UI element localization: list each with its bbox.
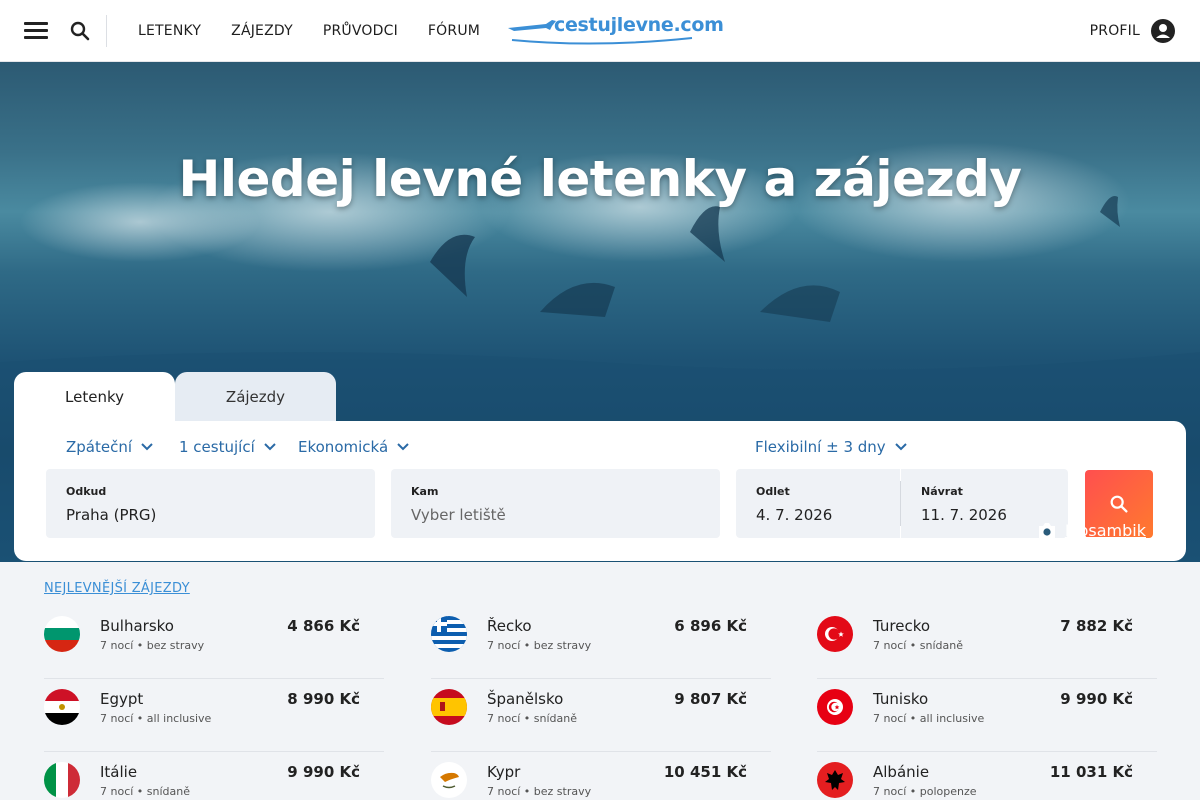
deals-column-2: Řecko 7 nocí • bez stravy 6 896 Kč Španě… xyxy=(431,606,771,800)
deal-item[interactable]: Itálie 7 nocí • snídaně 9 990 Kč xyxy=(44,752,384,800)
deal-country: Itálie xyxy=(100,763,138,781)
profile-label: PROFIL xyxy=(1089,23,1140,39)
deal-meta: 7 nocí • bez stravy xyxy=(100,639,205,652)
deal-country: Egypt xyxy=(100,690,144,708)
deal-country: Albánie xyxy=(873,763,930,781)
nav-zajezdy[interactable]: ZÁJEZDY xyxy=(231,23,293,39)
cabin-class-dropdown[interactable]: Ekonomická xyxy=(298,438,410,456)
deal-country: Řecko xyxy=(487,617,532,635)
tab-letenky[interactable]: Letenky xyxy=(14,372,175,422)
deal-price: 6 896 Kč xyxy=(674,617,747,635)
site-logo[interactable]: cestujlevne.com xyxy=(506,14,724,46)
flexibility-value: Flexibilní ± 3 dny xyxy=(755,438,886,456)
deal-country: Turecko xyxy=(873,617,931,635)
trip-type-dropdown[interactable]: Zpáteční xyxy=(66,438,154,456)
deal-item[interactable]: Turecko 7 nocí • snídaně 7 882 Kč xyxy=(817,606,1157,679)
tunisia-flag-icon xyxy=(817,689,853,725)
search-tabs: Letenky Zájezdy xyxy=(14,372,336,422)
travelers-value: 1 cestující xyxy=(179,438,255,456)
deal-meta: 7 nocí • bez stravy xyxy=(487,785,592,798)
nav-letenky[interactable]: LETENKY xyxy=(138,23,201,39)
deal-price: 11 031 Kč xyxy=(1049,763,1133,781)
deal-price: 8 990 Kč xyxy=(287,690,360,708)
chevron-down-icon xyxy=(397,443,409,451)
deal-meta: 7 nocí • snídaně xyxy=(873,639,964,652)
deal-item[interactable]: Egypt 7 nocí • all inclusive 8 990 Kč xyxy=(44,679,384,752)
to-placeholder: Vyber letiště xyxy=(411,506,506,524)
trip-type-value: Zpáteční xyxy=(66,438,133,456)
deal-price: 4 866 Kč xyxy=(287,617,360,635)
deal-meta: 7 nocí • bez stravy xyxy=(487,639,592,652)
deal-meta: 7 nocí • snídaně xyxy=(100,785,191,798)
albania-flag-icon xyxy=(817,762,853,798)
profile-button[interactable]: PROFIL xyxy=(1090,18,1176,44)
from-label: Odkud xyxy=(66,485,107,498)
deal-country: Bulharsko xyxy=(100,617,174,635)
flexibility-dropdown[interactable]: Flexibilní ± 3 dny xyxy=(755,438,908,456)
turkey-flag-icon xyxy=(817,616,853,652)
logo-text: cestujlevne.com xyxy=(554,14,724,36)
user-icon xyxy=(1151,19,1175,43)
deal-item[interactable]: Španělsko 7 nocí • snídaně 9 807 Kč xyxy=(431,679,771,752)
deal-price: 9 807 Kč xyxy=(674,690,747,708)
search-icon xyxy=(1110,495,1128,513)
deals-column-1: Bulharsko 7 nocí • bez stravy 4 866 Kč E… xyxy=(44,606,384,800)
search-icon[interactable] xyxy=(68,19,92,43)
deal-meta: 7 nocí • polopenze xyxy=(873,785,977,798)
cheapest-trips-title[interactable]: NEJLEVNĚJŠÍ ZÁJEZDY xyxy=(44,581,190,596)
deal-price: 7 882 Kč xyxy=(1060,617,1133,635)
deal-meta: 7 nocí • snídaně xyxy=(487,712,578,725)
bulgaria-flag-icon xyxy=(44,616,80,652)
deal-item[interactable]: Bulharsko 7 nocí • bez stravy 4 866 Kč xyxy=(44,606,384,679)
photo-caption: Mosambik xyxy=(1037,521,1146,540)
depart-label: Odlet xyxy=(756,485,790,498)
return-label: Návrat xyxy=(921,485,963,498)
cabin-class-value: Ekonomická xyxy=(298,438,389,456)
spain-flag-icon xyxy=(431,689,467,725)
camera-icon xyxy=(1038,523,1055,538)
chevron-down-icon xyxy=(141,443,153,451)
cyprus-flag-icon xyxy=(431,762,467,798)
to-field[interactable]: Kam Vyber letiště xyxy=(391,469,720,538)
deal-meta: 7 nocí • all inclusive xyxy=(873,712,985,725)
menu-icon[interactable] xyxy=(24,22,48,40)
deals-column-3: Turecko 7 nocí • snídaně 7 882 Kč Tunisk… xyxy=(817,606,1157,800)
top-header: LETENKY ZÁJEZDY PRŮVODCI FÓRUM cestujlev… xyxy=(0,0,1200,62)
deal-item[interactable]: Kypr 7 nocí • bez stravy 10 451 Kč xyxy=(431,752,771,800)
deal-country: Španělsko xyxy=(487,690,564,708)
greece-flag-icon xyxy=(431,616,467,652)
italy-flag-icon xyxy=(44,762,80,798)
to-label: Kam xyxy=(411,485,439,498)
header-divider xyxy=(106,15,107,47)
deal-country: Kypr xyxy=(487,763,521,781)
deal-price: 10 451 Kč xyxy=(663,763,747,781)
tab-zajezdy[interactable]: Zájezdy xyxy=(175,372,336,422)
hero-title: Hledej levné letenky a zájezdy xyxy=(178,150,1022,208)
chevron-down-icon xyxy=(894,443,907,451)
nav-forum[interactable]: FÓRUM xyxy=(428,23,480,39)
photo-caption-link[interactable]: Mosambik xyxy=(1065,521,1146,540)
travelers-dropdown[interactable]: 1 cestující xyxy=(179,438,277,456)
from-value: Praha (PRG) xyxy=(66,506,157,524)
deal-price: 9 990 Kč xyxy=(1060,690,1133,708)
deal-item[interactable]: Albánie 7 nocí • polopenze 11 031 Kč xyxy=(817,752,1157,800)
deal-country: Tunisko xyxy=(873,690,929,708)
return-value: 11. 7. 2026 xyxy=(921,506,1007,524)
deal-item[interactable]: Tunisko 7 nocí • all inclusive 9 990 Kč xyxy=(817,679,1157,752)
deal-item[interactable]: Řecko 7 nocí • bez stravy 6 896 Kč xyxy=(431,606,771,679)
main-nav: LETENKY ZÁJEZDY PRŮVODCI FÓRUM xyxy=(138,0,510,62)
chevron-down-icon xyxy=(264,443,276,451)
deal-meta: 7 nocí • all inclusive xyxy=(100,712,212,725)
search-card: Zpáteční 1 cestující Ekonomická Flexibil… xyxy=(14,421,1186,561)
depart-value: 4. 7. 2026 xyxy=(756,506,833,524)
nav-pruvodci[interactable]: PRŮVODCI xyxy=(323,23,398,39)
egypt-flag-icon xyxy=(44,689,80,725)
deal-price: 9 990 Kč xyxy=(287,763,360,781)
depart-date-field[interactable]: Odlet 4. 7. 2026 xyxy=(736,469,900,538)
hero-banner: Hledej levné letenky a zájezdy Letenky Z… xyxy=(0,62,1200,562)
from-field[interactable]: Odkud Praha (PRG) xyxy=(46,469,375,538)
